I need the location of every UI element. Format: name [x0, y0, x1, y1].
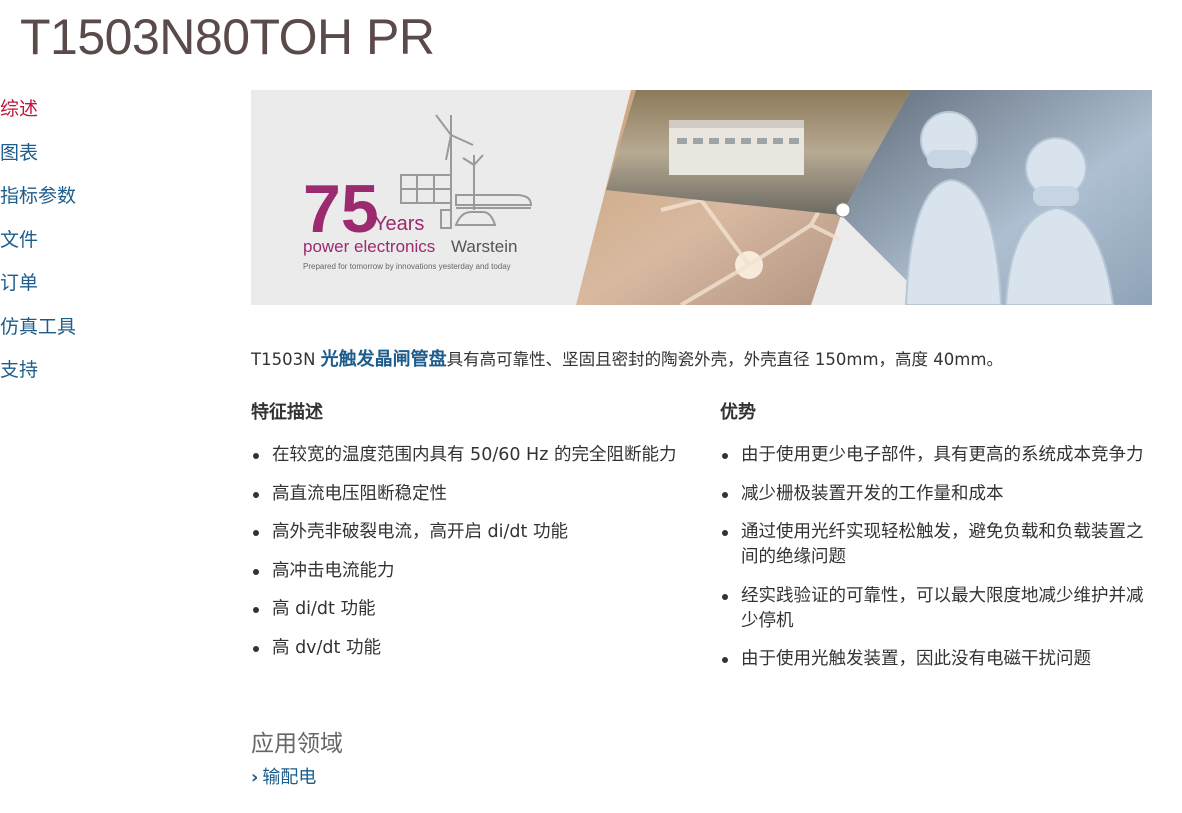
sidebar-item-parameters[interactable]: 指标参数 [0, 183, 200, 227]
sidebar-item-documents[interactable]: 文件 [0, 227, 200, 271]
list-item: 高冲击电流能力 [251, 559, 681, 584]
sidebar-item-diagrams[interactable]: 图表 [0, 140, 200, 184]
application-link-label: 输配电 [262, 767, 317, 788]
features-list: 在较宽的温度范围内具有 50/60 Hz 的完全阻断能力 高直流电压阻断稳定性 … [251, 443, 681, 661]
list-item: 高 dv/dt 功能 [251, 636, 681, 661]
banner-graphic: 75 Years power electronics Warstein Prep… [251, 90, 1152, 305]
features-title: 特征描述 [251, 402, 323, 423]
hero-banner: 75 Years power electronics Warstein Prep… [251, 90, 1152, 305]
list-item: 高外壳非破裂电流，高开启 di/dt 功能 [251, 520, 681, 545]
list-item: 高 di/dt 功能 [251, 597, 681, 622]
list-item: 经实践验证的可靠性，可以最大限度地减少维护并减少停机 [720, 584, 1150, 634]
list-item: 减少栅极装置开发的工作量和成本 [720, 482, 1150, 507]
brand-line-a: power electronics [303, 237, 435, 256]
product-category-link[interactable]: 光触发晶闸管盘 [321, 349, 447, 370]
sidebar-item-simulation[interactable]: 仿真工具 [0, 314, 200, 358]
features-section: 特征描述 在较宽的温度范围内具有 50/60 Hz 的完全阻断能力 高直流电压阻… [251, 400, 681, 674]
list-item: 通过使用光纤实现轻松触发，避免负载和负载装置之间的绝缘问题 [720, 520, 1150, 570]
sidebar-item-support[interactable]: 支持 [0, 357, 200, 401]
years-label: Years [374, 213, 424, 235]
sidebar-item-order[interactable]: 订单 [0, 270, 200, 314]
chevron-right-icon: › [251, 767, 259, 788]
list-item: 由于使用光触发装置，因此没有电磁干扰问题 [720, 647, 1150, 672]
application-link[interactable]: › 输配电 [251, 765, 316, 791]
factory-building [669, 125, 804, 175]
list-item: 在较宽的温度范围内具有 50/60 Hz 的完全阻断能力 [251, 443, 681, 468]
advantages-section: 优势 由于使用更少电子部件，具有更高的系统成本竞争力 减少栅极装置开发的工作量和… [720, 400, 1150, 686]
list-item: 由于使用更少电子部件，具有更高的系统成本竞争力 [720, 443, 1150, 468]
product-intro: T1503N 光触发晶闸管盘具有高可靠性、坚固且密封的陶瓷外壳，外壳直径 150… [251, 347, 1171, 373]
sidebar-item-overview[interactable]: 综述 [0, 96, 200, 140]
anniversary-number: 75 [303, 171, 379, 247]
brand-line-b: Warstein [451, 237, 517, 256]
intro-suffix: 具有高可靠性、坚固且密封的陶瓷外壳，外壳直径 150mm，高度 40mm。 [446, 349, 1003, 369]
intro-prefix: T1503N [251, 349, 321, 369]
applications-title: 应用领域 [251, 731, 343, 757]
banner-tagline: Prepared for tomorrow by innovations yes… [303, 262, 511, 271]
page-title: T1503N80TOH PR [20, 9, 435, 65]
side-navigation: 综述 图表 指标参数 文件 订单 仿真工具 支持 [0, 96, 200, 401]
list-item: 高直流电压阻断稳定性 [251, 482, 681, 507]
advantages-list: 由于使用更少电子部件，具有更高的系统成本竞争力 减少栅极装置开发的工作量和成本 … [720, 443, 1150, 672]
advantages-title: 优势 [720, 402, 756, 423]
